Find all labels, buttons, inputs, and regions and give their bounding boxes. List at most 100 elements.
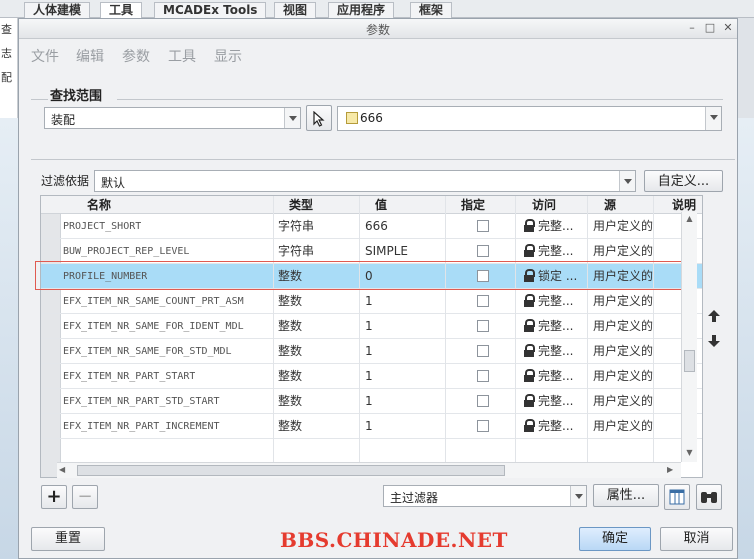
customize-button[interactable]: 自定义... xyxy=(644,170,723,192)
designate-checkbox[interactable] xyxy=(477,245,489,257)
table-row[interactable]: EFX_ITEM_NR_PART_STD_START 整数 1 完整... 用户定义的 xyxy=(41,389,702,414)
cell-value[interactable]: 1 xyxy=(365,289,373,314)
menu-file[interactable]: 文件 xyxy=(31,46,59,66)
cell-type[interactable]: 字符串 xyxy=(278,239,314,264)
menu-tools[interactable]: 工具 xyxy=(168,46,196,66)
cell-name[interactable]: EFX_ITEM_NR_SAME_FOR_IDENT_MDL xyxy=(63,314,244,339)
bg-tab-view[interactable]: 视图 xyxy=(274,2,317,18)
cell-access[interactable]: 完整... xyxy=(538,314,573,339)
cell-type[interactable]: 整数 xyxy=(278,289,302,314)
chevron-down-icon[interactable] xyxy=(619,171,635,191)
cell-access[interactable]: 完整... xyxy=(538,414,573,439)
table-row[interactable]: EFX_ITEM_NR_SAME_COUNT_PRT_ASM 整数 1 完整... 用户… xyxy=(41,289,702,314)
col-header-type[interactable]: 类型 xyxy=(289,196,313,214)
select-item-button[interactable] xyxy=(306,105,332,131)
model-select[interactable]: 666 xyxy=(337,106,722,131)
close-button[interactable]: ✕ xyxy=(721,21,735,35)
col-header-source[interactable]: 源 xyxy=(604,196,616,214)
scroll-thumb[interactable] xyxy=(77,465,505,476)
table-row[interactable]: EFX_ITEM_NR_SAME_FOR_IDENT_MDL 整数 1 完整... 用户… xyxy=(41,314,702,339)
table-view-button[interactable] xyxy=(664,484,690,510)
bg-tab-mcadex[interactable]: MCADEx Tools xyxy=(154,2,267,18)
chevron-down-icon[interactable] xyxy=(284,108,300,128)
cell-name[interactable]: EFX_ITEM_NR_SAME_COUNT_PRT_ASM xyxy=(63,289,244,314)
scroll-right-icon[interactable]: ▶ xyxy=(667,465,677,476)
cell-source[interactable]: 用户定义的 xyxy=(593,239,653,264)
bg-tab-applications[interactable]: 应用程序 xyxy=(328,2,395,18)
cell-access[interactable]: 完整... xyxy=(538,389,573,414)
table-row[interactable]: BUW_PROJECT_REP_LEVEL 字符串 SIMPLE 完整... 用户定义的 xyxy=(41,239,702,264)
remove-parameter-button[interactable]: − xyxy=(72,485,98,509)
cell-type[interactable]: 整数 xyxy=(278,339,302,364)
cell-type[interactable]: 整数 xyxy=(278,389,302,414)
ok-button[interactable]: 确定 xyxy=(579,527,651,551)
scroll-thumb[interactable] xyxy=(684,350,695,372)
bg-tab-human-modeling[interactable]: 人体建模 xyxy=(24,2,91,18)
bg-tab-tools[interactable]: 工具 xyxy=(100,2,143,18)
designate-checkbox[interactable] xyxy=(477,345,489,357)
filter-select[interactable]: 默认 xyxy=(94,170,636,192)
designate-checkbox[interactable] xyxy=(477,420,489,432)
cell-type[interactable]: 整数 xyxy=(278,414,302,439)
find-button[interactable] xyxy=(696,484,722,510)
scope-select[interactable]: 装配 xyxy=(44,107,301,129)
table-row[interactable]: EFX_ITEM_NR_PART_START 整数 1 完整... 用户定义的 xyxy=(41,364,702,389)
designate-checkbox[interactable] xyxy=(477,270,489,282)
cell-value[interactable]: 1 xyxy=(365,389,373,414)
cell-type[interactable]: 字符串 xyxy=(278,214,314,239)
cell-name[interactable]: EFX_ITEM_NR_SAME_FOR_STD_MDL xyxy=(63,339,232,364)
cell-access[interactable]: 完整... xyxy=(538,364,573,389)
designate-checkbox[interactable] xyxy=(477,320,489,332)
move-down-button[interactable] xyxy=(707,334,721,348)
cell-type[interactable]: 整数 xyxy=(278,364,302,389)
vertical-scrollbar[interactable]: ▲ ▼ xyxy=(681,212,697,462)
cell-value[interactable]: SIMPLE xyxy=(365,239,408,264)
cell-source[interactable]: 用户定义的 xyxy=(593,364,653,389)
table-row[interactable]: EFX_ITEM_NR_SAME_FOR_STD_MDL 整数 1 完整... 用户定义… xyxy=(41,339,702,364)
col-header-value[interactable]: 值 xyxy=(375,196,387,214)
cell-value[interactable]: 1 xyxy=(365,339,373,364)
cell-type[interactable]: 整数 xyxy=(278,264,302,289)
designate-checkbox[interactable] xyxy=(477,220,489,232)
main-filter-select[interactable]: 主过滤器 xyxy=(383,485,587,507)
cell-access[interactable]: 完整... xyxy=(538,289,573,314)
menu-edit[interactable]: 编辑 xyxy=(76,46,104,66)
cell-source[interactable]: 用户定义的 xyxy=(593,214,653,239)
table-row[interactable]: PROJECT_SHORT 字符串 666 完整... 用户定义的 xyxy=(41,214,702,239)
col-header-designate[interactable]: 指定 xyxy=(461,196,485,214)
col-header-name[interactable]: 名称 xyxy=(87,196,111,214)
cell-name[interactable]: EFX_ITEM_NR_PART_START xyxy=(63,364,195,389)
chevron-down-icon[interactable] xyxy=(705,107,721,130)
cell-name[interactable]: EFX_ITEM_NR_PART_INCREMENT xyxy=(63,414,220,439)
properties-button[interactable]: 属性... xyxy=(593,484,659,507)
maximize-button[interactable]: □ xyxy=(703,21,717,35)
cell-source[interactable]: 用户定义的 xyxy=(593,289,653,314)
reset-button[interactable]: 重置 xyxy=(31,527,105,551)
cell-name[interactable]: EFX_ITEM_NR_PART_STD_START xyxy=(63,389,220,414)
table-row[interactable]: PROFILE_NUMBER 整数 0 锁定 ... 用户定义的 xyxy=(41,264,702,289)
designate-checkbox[interactable] xyxy=(477,395,489,407)
cell-access[interactable]: 完整... xyxy=(538,214,573,239)
cell-value[interactable]: 1 xyxy=(365,314,373,339)
scroll-up-icon[interactable]: ▲ xyxy=(684,214,695,224)
minimize-button[interactable]: – xyxy=(685,21,699,35)
cell-source[interactable]: 用户定义的 xyxy=(593,314,653,339)
horizontal-scrollbar[interactable]: ◀ ▶ xyxy=(57,462,681,478)
cancel-button[interactable]: 取消 xyxy=(660,527,733,551)
cell-value[interactable]: 1 xyxy=(365,414,373,439)
cell-type[interactable]: 整数 xyxy=(278,314,302,339)
cell-source[interactable]: 用户定义的 xyxy=(593,264,653,289)
cell-value[interactable]: 666 xyxy=(365,214,388,239)
designate-checkbox[interactable] xyxy=(477,370,489,382)
cell-name[interactable]: BUW_PROJECT_REP_LEVEL xyxy=(63,239,189,264)
cell-source[interactable]: 用户定义的 xyxy=(593,389,653,414)
table-row[interactable]: EFX_ITEM_NR_PART_INCREMENT 整数 1 完整... 用户定义的 xyxy=(41,414,702,439)
menu-display[interactable]: 显示 xyxy=(214,46,242,66)
cell-name[interactable]: PROFILE_NUMBER xyxy=(63,264,147,289)
bg-tab-framework[interactable]: 框架 xyxy=(410,2,453,18)
menu-parameters[interactable]: 参数 xyxy=(122,46,150,66)
cell-source[interactable]: 用户定义的 xyxy=(593,414,653,439)
cell-source[interactable]: 用户定义的 xyxy=(593,339,653,364)
cell-access[interactable]: 锁定 ... xyxy=(538,264,577,289)
cell-access[interactable]: 完整... xyxy=(538,339,573,364)
